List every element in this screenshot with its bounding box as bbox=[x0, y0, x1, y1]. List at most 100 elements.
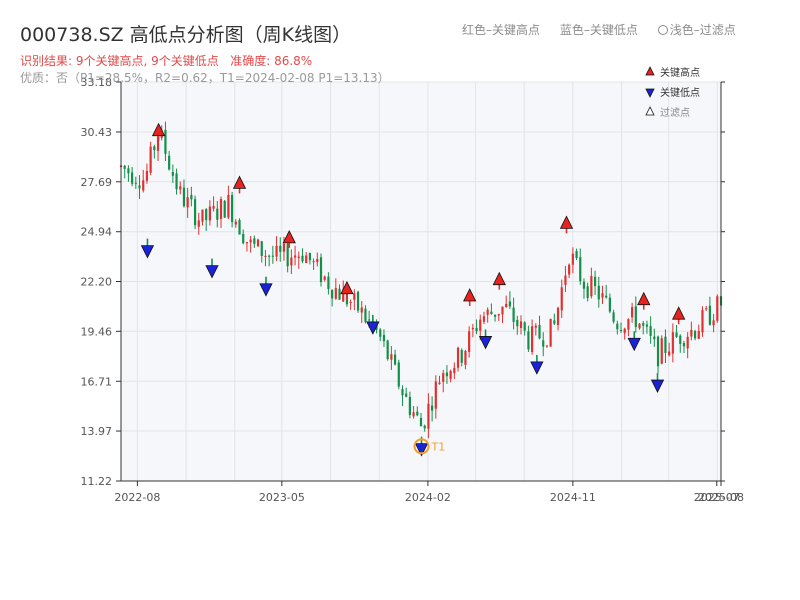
candle-body bbox=[671, 332, 674, 354]
candle-body bbox=[223, 200, 226, 218]
candle-body bbox=[212, 206, 215, 209]
candle-body bbox=[590, 275, 593, 297]
candle-body bbox=[675, 332, 678, 337]
x-tick-label: 2022-08 bbox=[114, 491, 160, 504]
candle-body bbox=[190, 194, 193, 200]
candle-body bbox=[149, 146, 152, 173]
candle-body bbox=[319, 257, 323, 282]
candle-body bbox=[379, 329, 382, 337]
candle-body bbox=[408, 396, 411, 415]
candle-body bbox=[253, 238, 256, 244]
candle-body bbox=[505, 303, 508, 308]
candle-body bbox=[360, 307, 363, 313]
y-tick-label: 30.43 bbox=[81, 126, 113, 139]
candle-body bbox=[268, 255, 271, 257]
x-tick-label: 2024-02 bbox=[405, 491, 451, 504]
candlestick-chart: T1 11.22 13.97 16.71 19.46 22.20 24.94 27.69 30… bbox=[81, 66, 744, 504]
candle-body bbox=[423, 425, 426, 429]
candle-body bbox=[482, 316, 486, 322]
candle-body bbox=[708, 305, 711, 325]
legend-label: 关键低点 bbox=[660, 86, 700, 99]
candle-body bbox=[205, 209, 208, 221]
candle-body bbox=[656, 336, 660, 367]
candle-body bbox=[260, 241, 263, 256]
candle-body bbox=[568, 264, 571, 275]
candle-body bbox=[364, 308, 367, 322]
candle-body bbox=[238, 220, 241, 235]
candle-body bbox=[231, 194, 234, 223]
candle-body bbox=[131, 172, 134, 184]
candle-body bbox=[516, 319, 519, 327]
candle-body bbox=[605, 295, 608, 298]
candle-body bbox=[697, 330, 700, 339]
candle-body bbox=[282, 243, 286, 252]
candle-body bbox=[549, 318, 552, 347]
candle-body bbox=[323, 276, 326, 280]
candle-body bbox=[168, 155, 171, 170]
candle-body bbox=[249, 239, 252, 243]
candle-body bbox=[275, 245, 278, 257]
candle-body bbox=[175, 173, 178, 190]
candle-body bbox=[575, 251, 578, 259]
candle-body bbox=[134, 182, 137, 184]
y-tick-label: 19.46 bbox=[81, 325, 113, 338]
candle-body bbox=[653, 336, 656, 340]
candle-body bbox=[679, 335, 682, 344]
candle-body bbox=[497, 314, 500, 316]
candle-body bbox=[449, 370, 452, 379]
x-tick-label: 2025-08 bbox=[698, 491, 744, 504]
candle-body bbox=[316, 259, 319, 263]
candle-body bbox=[493, 314, 497, 317]
candle-body bbox=[390, 354, 393, 360]
candle-body bbox=[412, 412, 415, 417]
candle-body bbox=[453, 367, 456, 374]
candle-body bbox=[216, 208, 219, 220]
candle-body bbox=[297, 256, 300, 258]
legend-marker bbox=[645, 66, 655, 76]
candle-body bbox=[538, 324, 541, 339]
candle-body bbox=[556, 307, 560, 326]
candle-body bbox=[512, 307, 515, 322]
candle-body bbox=[479, 319, 482, 331]
candle-body bbox=[327, 276, 330, 289]
candle-body bbox=[349, 301, 352, 304]
candle-body bbox=[164, 129, 167, 154]
candle-body bbox=[171, 171, 174, 176]
candle-body bbox=[631, 307, 634, 318]
candle-body bbox=[464, 350, 467, 365]
candle-body bbox=[468, 331, 471, 352]
candle-body bbox=[427, 403, 430, 429]
candle-body bbox=[527, 331, 530, 350]
candle-body bbox=[582, 281, 586, 289]
candle-body bbox=[401, 389, 404, 396]
candle-body bbox=[564, 275, 567, 285]
candle-body bbox=[393, 354, 397, 365]
candle-body bbox=[571, 253, 574, 265]
candle-body bbox=[531, 326, 534, 353]
candle-body bbox=[649, 326, 652, 336]
candle-body bbox=[597, 285, 600, 300]
candle-body bbox=[601, 293, 604, 298]
candle-body bbox=[686, 336, 689, 349]
candle-body bbox=[442, 373, 445, 382]
candle-body bbox=[182, 187, 186, 207]
candle-body bbox=[138, 185, 141, 189]
candle-body bbox=[312, 260, 315, 262]
candle-body bbox=[701, 310, 704, 333]
y-tick-label: 27.69 bbox=[81, 176, 113, 189]
candle-body bbox=[419, 417, 423, 427]
candle-body bbox=[612, 312, 615, 322]
candle-body bbox=[660, 338, 663, 364]
candle-body bbox=[123, 165, 126, 169]
candle-body bbox=[534, 325, 537, 328]
candle-body bbox=[645, 324, 649, 327]
candle-body bbox=[356, 291, 360, 311]
candle-body bbox=[586, 286, 589, 298]
candle-body bbox=[690, 329, 693, 337]
candle-body bbox=[553, 320, 556, 324]
y-tick-label: 11.22 bbox=[81, 475, 113, 488]
candle-body bbox=[623, 328, 626, 334]
y-tick-label: 24.94 bbox=[81, 226, 113, 239]
candle-body bbox=[368, 319, 371, 321]
candle-body bbox=[616, 323, 619, 330]
